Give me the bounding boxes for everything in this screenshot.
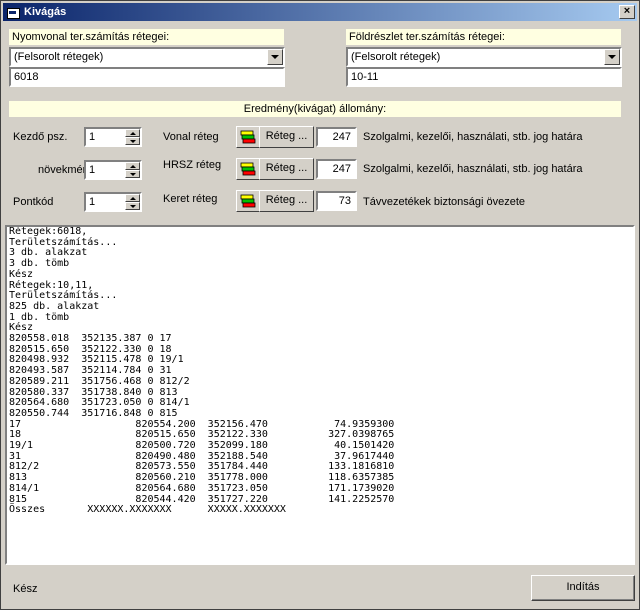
log-line: Rétegek:10,11, — [9, 279, 94, 291]
line-layer-button[interactable]: Réteg ... — [259, 126, 314, 148]
spin-down-icon[interactable] — [125, 202, 140, 210]
increment-spinner[interactable]: 1 — [84, 160, 142, 180]
log-line: 814/1 820564.680 351723.050 171.1739020 — [9, 482, 395, 494]
log-text: Rétegek:6018, Területszámítás... 3 db. a… — [7, 227, 633, 516]
log-line: 820498.932 352115.478 0 19/1 — [9, 354, 184, 366]
line-layer-desc: Szolgalmi, kezelői, használati, stb. jog… — [363, 131, 583, 143]
frame-layer-icon-button[interactable] — [236, 190, 260, 212]
log-line: 18 820515.650 352122.330 327.0398765 — [9, 429, 395, 441]
frame-layer-label: Keret réteg — [163, 193, 218, 205]
log-line: 820493.587 352114.784 0 31 — [9, 365, 172, 377]
left-layers-input[interactable]: 6018 — [9, 67, 285, 87]
line-layer-number[interactable]: 247 — [316, 127, 357, 147]
hrsz-layer-label: HRSZ réteg — [163, 159, 222, 171]
right-combo-value: (Felsorolt rétegek) — [351, 51, 441, 63]
spin-down-icon[interactable] — [125, 170, 140, 178]
spin-down-icon[interactable] — [125, 137, 140, 145]
log-line: 17 820554.200 352156.470 74.9359300 — [9, 418, 395, 430]
line-layer-label: Vonal réteg — [163, 131, 219, 143]
log-line: Összes XXXXXX.XXXXXXX XXXXX.XXXXXXX — [9, 504, 286, 516]
chevron-down-icon[interactable] — [267, 49, 283, 65]
line-layer-icon-button[interactable] — [236, 126, 260, 148]
log-line: 813 820560.210 351778.000 118.6357385 — [9, 472, 395, 484]
log-line: 820564.680 351723.050 0 814/1 — [9, 397, 190, 409]
status-text: Kész — [13, 583, 38, 595]
spin-up-icon[interactable] — [125, 194, 140, 202]
log-line: Kész — [9, 268, 34, 280]
layers-icon — [240, 194, 256, 208]
layers-icon — [240, 162, 256, 176]
right-layer-combo[interactable]: (Felsorolt rétegek) — [346, 47, 622, 67]
left-panel-label: Nyomvonal ter.számítás rétegei: — [9, 29, 284, 45]
pointcode-label: Pontkód — [13, 196, 54, 208]
log-line: 820515.650 352122.330 0 18 — [9, 343, 172, 355]
pointcode-spinner[interactable]: 1 — [84, 192, 142, 212]
result-header: Eredmény(kivágat) állomány: — [9, 101, 621, 117]
log-line: 31 820490.480 352188.540 37.9617440 — [9, 450, 395, 462]
frame-layer-number[interactable]: 73 — [316, 191, 357, 211]
pointcode-value: 1 — [89, 196, 96, 208]
right-panel-label: Földrészlet ter.számítás rétegei: — [346, 29, 621, 45]
log-line: 825 db. alakzat — [9, 300, 100, 312]
chevron-down-icon[interactable] — [604, 49, 620, 65]
log-line: 19/1 820500.720 352099.180 40.1501420 — [9, 440, 395, 452]
spin-up-icon[interactable] — [125, 129, 140, 137]
left-combo-value: (Felsorolt rétegek) — [14, 51, 104, 63]
right-layers-input[interactable]: 10-11 — [346, 67, 622, 87]
hrsz-layer-icon-button[interactable] — [236, 158, 260, 180]
start-point-value: 1 — [89, 131, 96, 143]
log-line: 820550.744 351716.848 0 815 — [9, 407, 178, 419]
kivagas-window: Kivágás × Nyomvonal ter.számítás rétegei… — [0, 0, 640, 610]
close-button[interactable]: × — [619, 5, 635, 19]
left-layer-combo[interactable]: (Felsorolt rétegek) — [9, 47, 285, 67]
log-line: 820589.211 351756.468 0 812/2 — [9, 375, 190, 387]
log-line: 1 db. tömb — [9, 311, 70, 323]
spin-up-icon[interactable] — [125, 162, 140, 170]
hrsz-layer-button[interactable]: Réteg ... — [259, 158, 314, 180]
log-line: Kész — [9, 322, 34, 334]
log-line: 815 820544.420 351727.220 141.2252570 — [9, 493, 395, 505]
title-bar: Kivágás × — [3, 3, 637, 21]
hrsz-layer-desc: Szolgalmi, kezelői, használati, stb. jog… — [363, 163, 583, 175]
frame-layer-desc: Távvezetékek biztonsági övezete — [363, 196, 526, 208]
start-point-label: Kezdő psz. — [13, 131, 68, 143]
log-line: 3 db. tömb — [9, 258, 70, 270]
hrsz-layer-number[interactable]: 247 — [316, 159, 357, 179]
log-line: Területszámítás... — [9, 236, 118, 248]
start-point-spinner[interactable]: 1 — [84, 127, 142, 147]
log-line: 820558.018 352135.387 0 17 — [9, 333, 172, 345]
frame-layer-button[interactable]: Réteg ... — [259, 190, 314, 212]
log-line: Területszámítás... — [9, 290, 118, 302]
log-line: 812/2 820573.550 351784.440 133.1816810 — [9, 461, 395, 473]
log-line: 820580.337 351738.840 0 813 — [9, 386, 178, 398]
window-title: Kivágás — [24, 6, 67, 18]
increment-value: 1 — [89, 164, 96, 176]
log-line: Rétegek:6018, — [9, 226, 88, 237]
layers-icon — [240, 130, 256, 144]
start-button[interactable]: Indítás — [531, 575, 635, 601]
window-icon — [7, 7, 20, 19]
log-line: 3 db. alakzat — [9, 247, 88, 259]
log-output[interactable]: Rétegek:6018, Területszámítás... 3 db. a… — [5, 225, 635, 565]
